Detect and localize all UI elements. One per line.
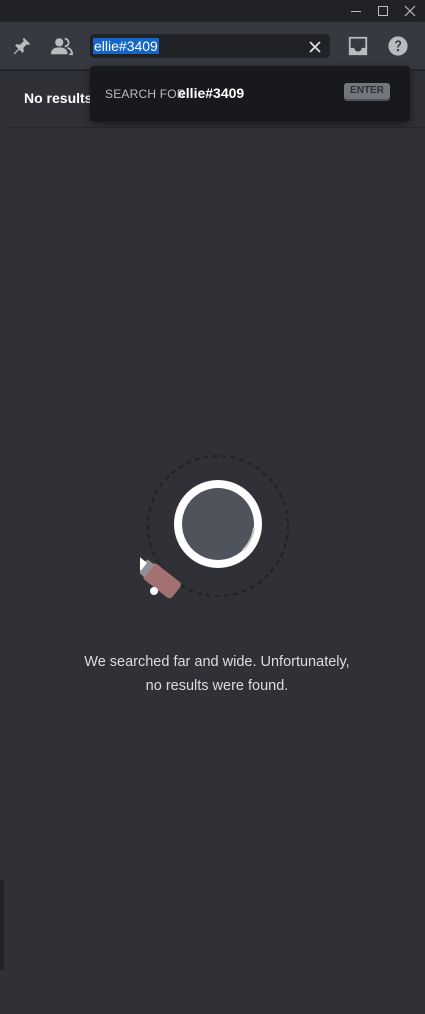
help-icon[interactable] [386, 34, 410, 58]
search-suggestion-dropdown[interactable]: SEARCH FOR: ellie#3409 ENTER [90, 66, 410, 122]
clear-search-button[interactable] [306, 38, 324, 56]
scrollbar-thumb[interactable] [0, 880, 4, 970]
close-icon [309, 41, 321, 53]
close-window-button[interactable] [399, 0, 421, 22]
left-panel-edge [0, 71, 8, 1014]
close-icon [404, 5, 416, 17]
window-titlebar [0, 0, 425, 22]
maximize-button[interactable] [372, 0, 394, 22]
empty-state-line-1: We searched far and wide. Unfortunately, [84, 654, 350, 670]
members-icon[interactable] [50, 34, 74, 58]
pin-icon[interactable] [10, 34, 34, 58]
empty-state-message: We searched far and wide. Unfortunately,… [40, 650, 394, 698]
empty-state-line-2: no results were found. [145, 678, 289, 694]
results-title: No results [24, 90, 93, 106]
magnifying-glass-icon [129, 452, 295, 602]
inbox-icon[interactable] [346, 34, 370, 58]
maximize-icon [378, 6, 388, 16]
search-box[interactable]: ellie#3409 [90, 34, 330, 58]
minimize-button[interactable] [345, 0, 367, 22]
enter-key-hint: ENTER [344, 83, 390, 99]
search-for-value[interactable]: ellie#3409 [178, 85, 244, 101]
search-input[interactable]: ellie#3409 [93, 38, 159, 54]
minimize-icon [351, 10, 361, 12]
search-for-label: SEARCH FOR: [105, 87, 190, 101]
